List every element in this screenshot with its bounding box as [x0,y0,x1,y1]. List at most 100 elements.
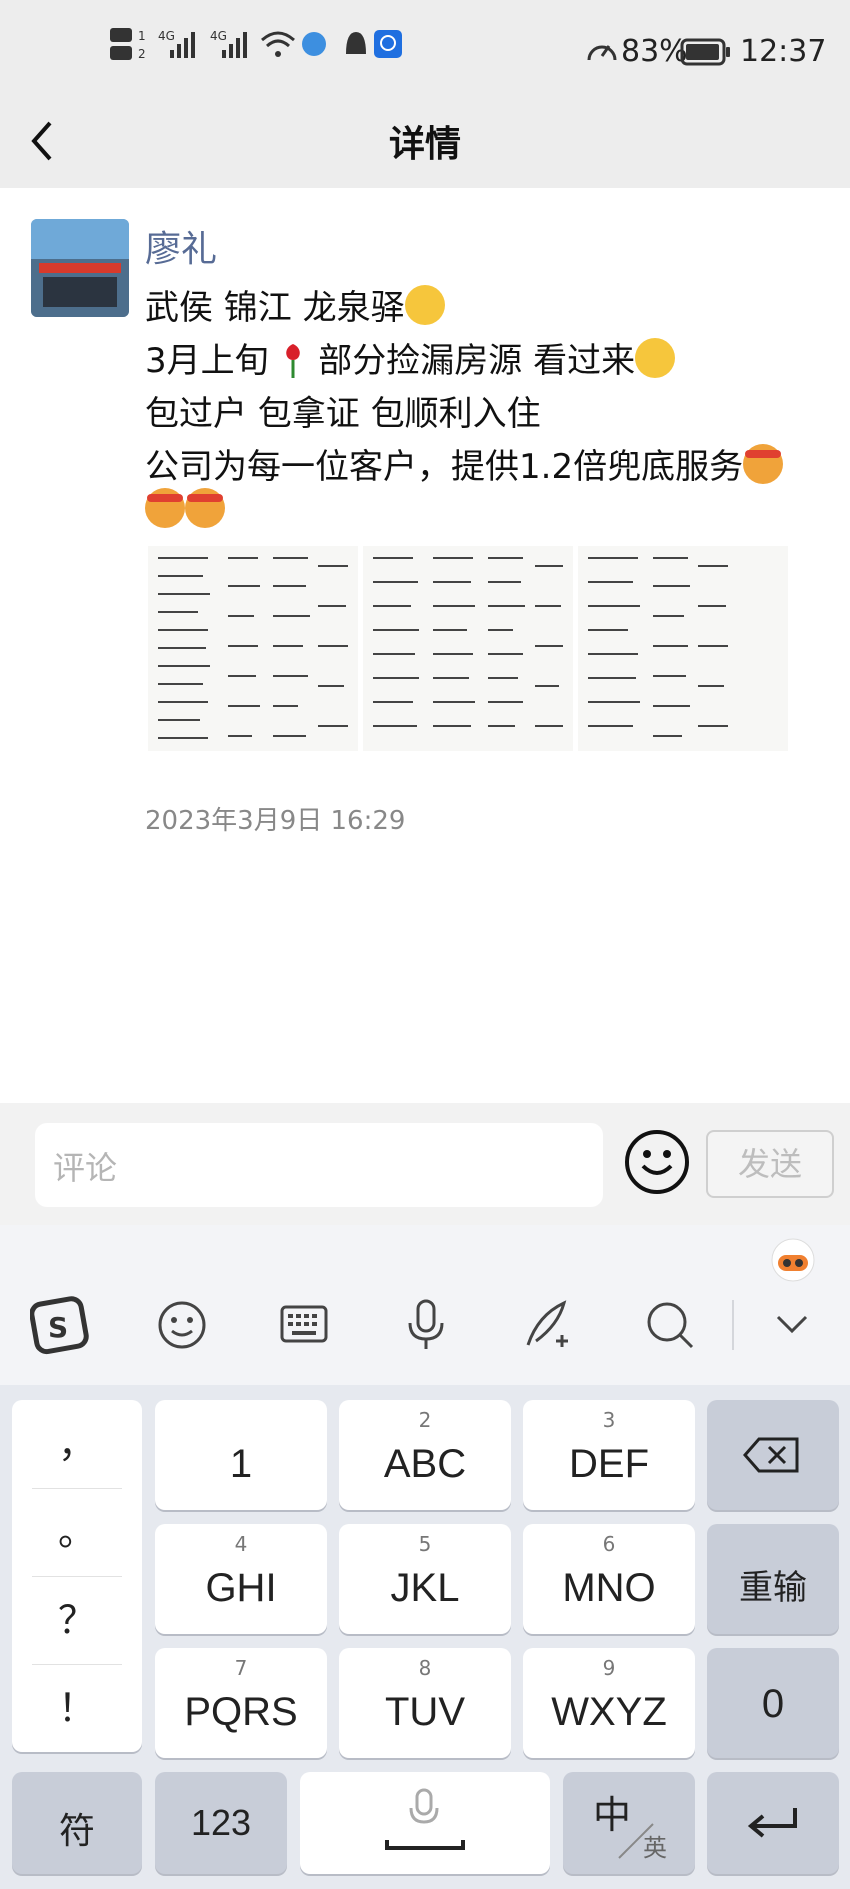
comment-input[interactable]: 评论 [35,1123,603,1207]
enter-key[interactable] [707,1772,839,1874]
key-label: GHI [205,1566,277,1610]
collapse-keyboard-icon[interactable] [762,1295,822,1355]
key-8-tuv[interactable]: 8 TUV [339,1648,511,1758]
thinking-emoji-icon [404,285,445,325]
rose-icon [286,344,301,378]
keyboard-icon[interactable] [274,1295,334,1355]
speed-gauge-icon [587,45,617,61]
salute-emoji-icon [635,338,676,378]
post-line-4: 公司为每一位客户，提供1.2倍兜底服务 [145,439,784,488]
toolbar-divider [732,1300,734,1350]
svg-text:4G: 4G [210,29,227,43]
emoticon-icon[interactable] [152,1295,212,1355]
key-number: 3 [602,1408,616,1432]
svg-text:1: 1 [138,29,146,43]
key-1[interactable]: 1 [155,1400,327,1510]
punctuation-column: ， 。 ？ ！ [12,1400,142,1752]
space-key[interactable] [300,1772,550,1874]
send-button[interactable]: 发送 [706,1130,834,1198]
mascot-icon[interactable] [770,1237,816,1283]
key-5-jkl[interactable]: 5 JKL [339,1524,511,1634]
space-voice-icon [385,1788,465,1850]
post-text-3: 部分捡漏房源 看过来 [318,341,636,381]
key-number: 8 [418,1656,432,1680]
key-number: 9 [602,1656,616,1680]
key-number: 2 [418,1408,432,1432]
keyboard-toolbar: S [0,1225,850,1385]
key-7-pqrs[interactable]: 7 PQRS [155,1648,327,1758]
backspace-icon [743,1437,799,1473]
key-label: PQRS [184,1690,298,1734]
search-icon[interactable] [640,1295,700,1355]
post-detail: 廖礼 武侯 锦江 龙泉驿 3月上旬 部分捡漏房源 看过来 包过户 包拿证 包顺利… [0,188,850,1103]
key-number: 7 [234,1656,248,1680]
key-label: TUV [385,1690,465,1734]
sogou-logo-icon[interactable]: S [30,1295,90,1355]
key-2-abc[interactable]: 2 ABC [339,1400,511,1510]
post-text-5: 公司为每一位客户，提供1.2倍兜底服务 [145,447,744,487]
author-name[interactable]: 廖礼 [145,220,217,272]
nav-bar: 详情 [0,105,850,188]
zero-label: 0 [761,1682,785,1726]
network-signal-icon: 1 2 4G 4G [110,28,402,61]
lang-alt-label: 英 [643,1834,667,1862]
handwriting-icon[interactable] [518,1295,578,1355]
headband-emoji-icon [743,444,784,484]
key-number: 5 [418,1532,432,1556]
microphone-icon[interactable] [396,1295,456,1355]
svg-text:2: 2 [138,47,146,61]
punct-key-question[interactable]: ？ [12,1576,142,1664]
retype-label: 重输 [739,1569,807,1607]
headband-emoji-icon [185,488,225,528]
backspace-key[interactable] [707,1400,839,1510]
post-image-3[interactable] [578,546,788,751]
key-0[interactable]: 0 [707,1648,839,1758]
key-label: 1 [229,1442,253,1486]
post-line-3: 包过户 包拿证 包顺利入住 [145,386,541,435]
keyboard: ， 。 ？ ！ 1 2 ABC 3 DEF 4 GHI 5 JKL 6 MNO [0,1385,850,1889]
post-line-5 [145,488,225,531]
punct-key-period[interactable]: 。 [12,1488,142,1576]
clock: 12:37 [740,34,827,69]
headband-emoji-icon [145,488,185,528]
svg-text:4G: 4G [158,29,175,43]
key-3-def[interactable]: 3 DEF [523,1400,695,1510]
key-4-ghi[interactable]: 4 GHI [155,1524,327,1634]
retype-key[interactable]: 重输 [707,1524,839,1634]
post-text-2: 3月上旬 [145,341,269,381]
comment-placeholder: 评论 [53,1149,118,1187]
key-label: MNO [562,1566,656,1610]
punct-key-comma[interactable]: ， [12,1400,142,1488]
key-9-wxyz[interactable]: 9 WXYZ [523,1648,695,1758]
emoji-button[interactable] [625,1130,689,1194]
language-switch-key[interactable]: 中 英 [563,1772,695,1874]
comment-bar: 评论 发送 [0,1103,850,1225]
post-image-1[interactable] [148,546,358,751]
post-text-4: 包过户 包拿证 包顺利入住 [145,394,541,434]
key-number: 6 [602,1532,616,1556]
post-line-2: 3月上旬 部分捡漏房源 看过来 [145,333,676,382]
key-6-mno[interactable]: 6 MNO [523,1524,695,1634]
avatar[interactable] [31,219,129,317]
key-label: DEF [569,1442,649,1486]
battery-percent: 83% [621,34,688,69]
svg-text:S: S [48,1311,68,1344]
battery-icon [680,38,730,66]
symbols-key[interactable]: 符 [12,1772,142,1874]
status-bar: 1 2 4G 4G 83% 12:37 [0,0,850,105]
key-label: ABC [383,1442,467,1486]
key-label: JKL [390,1566,460,1610]
numbers-key[interactable]: 123 [155,1772,287,1874]
punct-key-exclaim[interactable]: ！ [12,1664,142,1752]
symbols-label: 符 [58,1810,95,1851]
post-text-1: 武侯 锦江 龙泉驿 [145,288,405,328]
post-timestamp: 2023年3月9日 16:29 [145,806,406,836]
key-label: WXYZ [551,1690,667,1734]
key-number: 4 [234,1532,248,1556]
enter-icon [747,1808,797,1838]
numbers-label: 123 [190,1802,252,1843]
page-title: 详情 [388,124,461,165]
post-image-2[interactable] [363,546,573,751]
post-line-1: 武侯 锦江 龙泉驿 [145,280,445,329]
smile-icon [641,1150,673,1175]
